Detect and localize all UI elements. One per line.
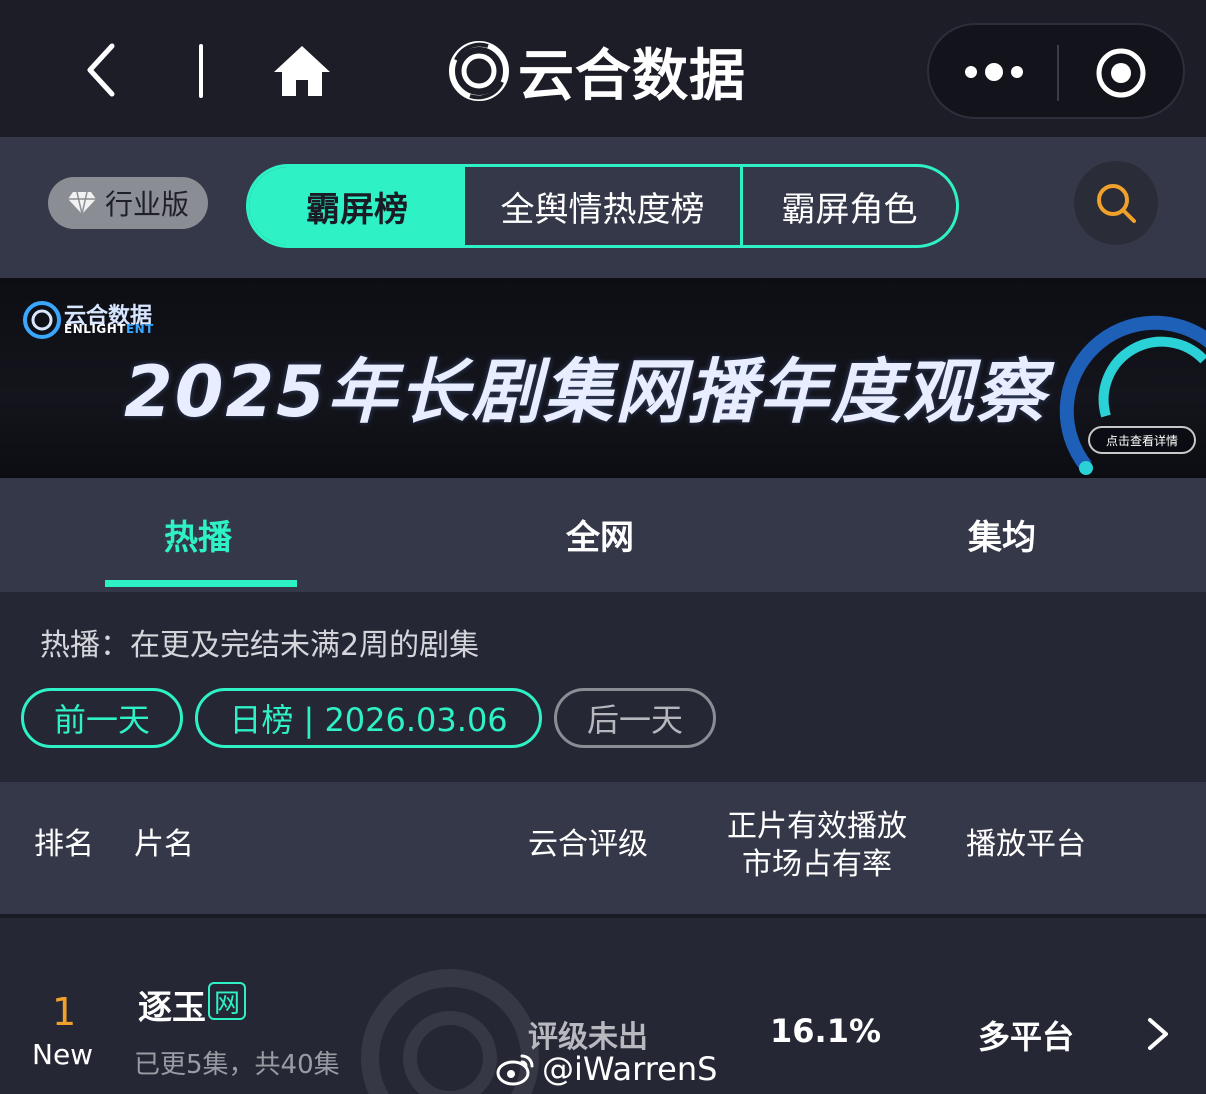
market-share-value: 16.1% bbox=[770, 1012, 882, 1050]
segment-screen-roles[interactable]: 霸屏角色 bbox=[743, 167, 956, 245]
app-brand: 云合数据 bbox=[448, 38, 746, 109]
platform-value: 多平台 bbox=[978, 1018, 1075, 1056]
more-dots-icon[interactable] bbox=[961, 55, 1027, 89]
tab-all-network[interactable]: 全网 bbox=[566, 510, 634, 559]
header-platform: 播放平台 bbox=[966, 827, 1086, 862]
search-icon bbox=[1097, 184, 1136, 223]
banner-title: 2025年长剧集网播年度观察 bbox=[124, 351, 1047, 433]
weibo-watermark: @iWarrenS bbox=[496, 1050, 717, 1088]
diamond-icon bbox=[67, 191, 96, 215]
segment-screen-dominance[interactable]: 霸屏榜 bbox=[249, 167, 465, 245]
description-text: 热播：在更及完结未满2周的剧集 bbox=[40, 628, 480, 663]
mini-program-capsule bbox=[927, 23, 1185, 119]
app-title: 云合数据 bbox=[518, 43, 746, 109]
search-button[interactable] bbox=[1074, 161, 1158, 245]
header-name: 片名 bbox=[134, 827, 194, 862]
drama-title: 逐玉 bbox=[138, 988, 206, 1028]
table-header: 排名 片名 云合评级 正片有效播放 市场占有率 播放平台 bbox=[0, 782, 1206, 914]
header-market-share-line1: 正片有效播放 bbox=[727, 809, 907, 844]
table-row[interactable]: 1 New 逐玉 网 已更5集，共40集 评级未出 16.1% 多平台 @iWa… bbox=[0, 914, 1206, 1094]
ranking-nav: 行业版 霸屏榜 全舆情热度榜 霸屏角色 bbox=[0, 137, 1206, 278]
banner-brand-en: ENLIGHTENT bbox=[64, 322, 154, 336]
header-rank: 排名 bbox=[34, 827, 94, 862]
divider bbox=[199, 44, 203, 98]
top-app-bar: 云合数据 bbox=[0, 0, 1206, 137]
rank-number: 1 bbox=[52, 990, 77, 1034]
previous-day-button[interactable]: 前一天 bbox=[21, 688, 183, 748]
ranking-segment-control: 霸屏榜 全舆情热度榜 霸屏角色 bbox=[246, 164, 959, 248]
brand-logo-icon bbox=[449, 41, 509, 101]
weibo-icon bbox=[496, 1054, 534, 1086]
back-arrow-icon[interactable] bbox=[78, 40, 128, 100]
chevron-right-icon[interactable] bbox=[1146, 1016, 1170, 1052]
new-tag: New bbox=[32, 1038, 94, 1071]
industry-edition-button[interactable]: 行业版 bbox=[48, 177, 208, 229]
promo-banner[interactable]: 云合数据 ENLIGHTENT 2025年长剧集网播年度观察 点击查看详情 bbox=[0, 278, 1206, 478]
active-tab-indicator bbox=[105, 580, 297, 587]
banner-logo-icon bbox=[23, 301, 61, 339]
industry-edition-label: 行业版 bbox=[104, 188, 189, 221]
current-date-button[interactable]: 日榜 | 2026.03.06 bbox=[195, 688, 542, 748]
network-badge: 网 bbox=[208, 982, 246, 1020]
segment-sentiment-heat[interactable]: 全舆情热度榜 bbox=[465, 167, 743, 245]
list-description: 热播：在更及完结未满2周的剧集 前一天 日榜 | 2026.03.06 后一天 bbox=[0, 592, 1206, 782]
banner-details-button[interactable]: 点击查看详情 bbox=[1088, 426, 1196, 454]
header-grade: 云合评级 bbox=[528, 827, 648, 862]
weibo-handle: @iWarrenS bbox=[542, 1050, 718, 1088]
tab-hot-airing[interactable]: 热播 bbox=[164, 510, 232, 559]
home-icon[interactable] bbox=[272, 42, 332, 98]
tab-per-episode[interactable]: 集均 bbox=[968, 510, 1036, 559]
header-market-share: 正片有效播放 市场占有率 bbox=[722, 808, 912, 884]
next-day-button[interactable]: 后一天 bbox=[554, 688, 716, 748]
close-target-icon[interactable] bbox=[1095, 47, 1147, 99]
category-tabs: 热播 全网 集均 bbox=[0, 478, 1206, 592]
capsule-divider bbox=[1057, 45, 1059, 101]
episode-progress: 已更5集，共40集 bbox=[134, 1050, 340, 1080]
header-market-share-line2: 市场占有率 bbox=[742, 847, 892, 882]
